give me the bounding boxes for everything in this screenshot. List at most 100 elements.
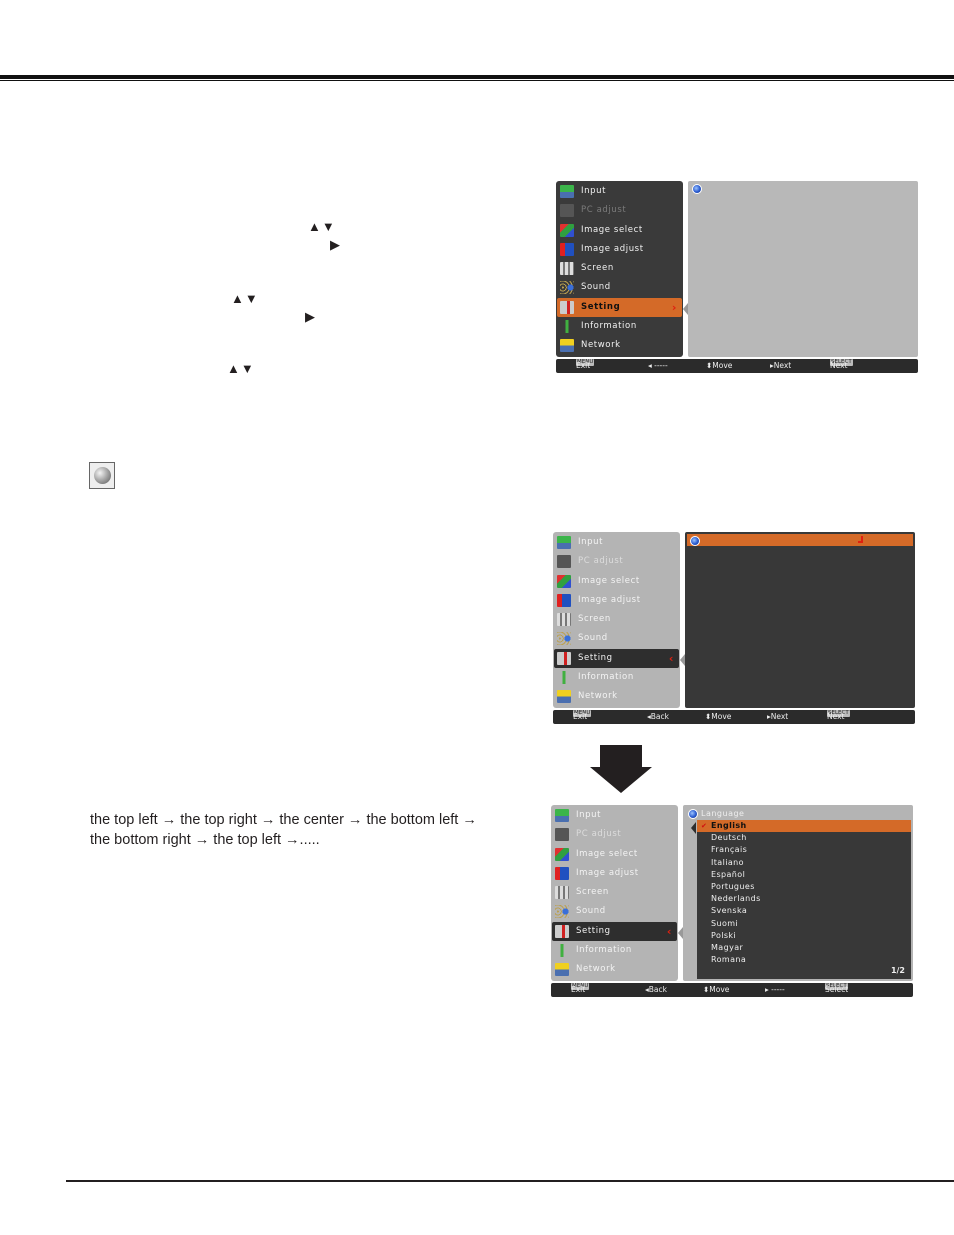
footer-back: ◂Back [645,985,667,994]
menu-item-image-adjust[interactable]: Image adjust [552,864,677,883]
submenu-item-language[interactable] [687,534,913,546]
footer-exit: Exit [573,712,588,721]
globe-icon [690,536,700,546]
language-label: Español [711,869,746,879]
menu-item-input[interactable]: Input [552,806,677,825]
language-label: Deutsch [711,833,747,843]
input-icon [555,809,569,822]
language-option[interactable]: Français [697,844,911,856]
globe-icon [89,462,115,489]
language-option[interactable]: Polski [697,930,911,942]
menu-item-sound[interactable]: Sound [552,902,677,921]
image-adjust-icon [560,242,574,256]
menu-item-information[interactable]: Information [554,668,679,687]
menu-item-input[interactable]: Input [554,533,679,552]
menu-item-screen[interactable]: Screen [554,610,679,629]
enter-icon [858,536,863,543]
image-select-icon [555,847,569,861]
menu-item-image-adjust[interactable]: Image adjust [557,240,682,259]
menu-item-information[interactable]: Information [552,941,677,960]
sound-icon [557,632,571,646]
information-icon [557,671,571,685]
main-menu-list: Input PC adjust Image select Image adjus… [553,532,680,708]
chevron-left-icon: ‹ [668,651,674,665]
cycle-description: the top left → the top right → the cente… [90,811,530,850]
language-option[interactable]: Suomi [697,918,911,930]
menu-item-sound[interactable]: Sound [557,278,682,297]
language-option[interactable]: Español [697,869,911,881]
setting-icon [555,924,569,938]
input-icon [557,536,571,549]
chevron-left-icon: ‹ [666,924,672,938]
menu-item-image-select[interactable]: Image select [554,572,679,591]
language-label: Français [711,845,748,855]
language-option[interactable]: Nederlands [697,893,911,905]
screen-icon [555,886,569,900]
language-option[interactable]: ✔ English [697,820,911,833]
menu-item-network[interactable]: Network [554,687,679,706]
up-down-arrows-icon: ▲▼ [227,361,255,376]
language-label: Suomi [711,918,739,928]
footer-select: Next [830,361,848,370]
language-label: Magyar [711,942,744,952]
sound-icon [560,281,574,295]
menu-item-setting[interactable]: Setting ‹ [552,921,677,942]
pc-adjust-icon [555,828,569,842]
information-icon [560,320,574,334]
submenu-title: Language [701,809,745,818]
language-label: Svenska [711,906,748,916]
language-pointer [691,822,696,834]
language-label: Portugues [711,881,755,891]
footer-move: ⬍Move [705,712,732,721]
footer-move: ⬍Move [706,361,733,370]
menu-item-setting[interactable]: Setting › [557,297,682,318]
submenu-panel [685,532,915,708]
menu-item-image-select[interactable]: Image select [552,845,677,864]
language-option[interactable]: Portugues [697,881,911,893]
osd-menu-setting: Input PC adjust Image select Image adjus… [553,532,915,726]
osd-footer-bar: MENU Exit ◂Back ⬍Move ▸ ----- SELECT Selec… [551,983,913,997]
menu-item-information[interactable]: Information [557,317,682,336]
menu-item-input[interactable]: Input [557,182,682,201]
screen-icon [560,262,574,276]
page-indicator: 1/2 [890,966,905,975]
cycle-text-line1: the top left → the top right → the cente… [90,812,477,828]
menu-item-setting[interactable]: Setting ‹ [554,648,679,669]
menu-item-image-adjust[interactable]: Image adjust [554,591,679,610]
language-option[interactable]: Magyar [697,942,911,954]
submenu-header: Language [685,807,911,819]
menu-item-pc-adjust[interactable]: PC adjust [552,825,677,844]
main-menu-list: Input PC adjust Image select Image adjus… [551,805,678,981]
menu-item-pc-adjust[interactable]: PC adjust [557,201,682,220]
language-label: Nederlands [711,894,761,904]
language-option[interactable]: Deutsch [697,832,911,844]
chevron-right-icon: › [671,300,677,314]
image-select-icon [560,223,574,237]
menu-item-image-select[interactable]: Image select [557,221,682,240]
language-option[interactable]: Svenska [697,905,911,917]
footer-next: ▸ ----- [765,985,785,994]
osd-footer-bar: MENU Exit ◂ ----- ⬍Move ▸Next SELECT Next [556,359,918,373]
language-option[interactable]: Italiano [697,857,911,869]
menu-item-screen[interactable]: Screen [552,883,677,902]
globe-icon [688,809,698,819]
menu-item-screen[interactable]: Screen [557,259,682,278]
check-icon: ✔ [701,822,708,830]
submenu-panel: Language ✔ English Deutsch Français Italiano… [683,805,913,981]
screen-icon [557,613,571,627]
footer-back: ◂ ----- [648,361,668,370]
menu-item-network[interactable]: Network [557,336,682,355]
language-option[interactable]: Romana [697,954,911,966]
footer-back: ◂Back [647,712,669,721]
menu-item-sound[interactable]: Sound [554,629,679,648]
footer-rule [66,1180,954,1182]
input-icon [560,185,574,198]
osd-menu-main: Input PC adjust Image select Image adjus… [556,181,918,375]
footer-next: ▸Next [767,712,789,721]
language-list: ✔ English Deutsch Français Italiano Español Po… [697,820,911,979]
menu-item-network[interactable]: Network [552,960,677,979]
language-label: Italiano [711,857,744,867]
menu-item-pc-adjust[interactable]: PC adjust [554,552,679,571]
image-select-icon [557,574,571,588]
image-adjust-icon [557,593,571,607]
